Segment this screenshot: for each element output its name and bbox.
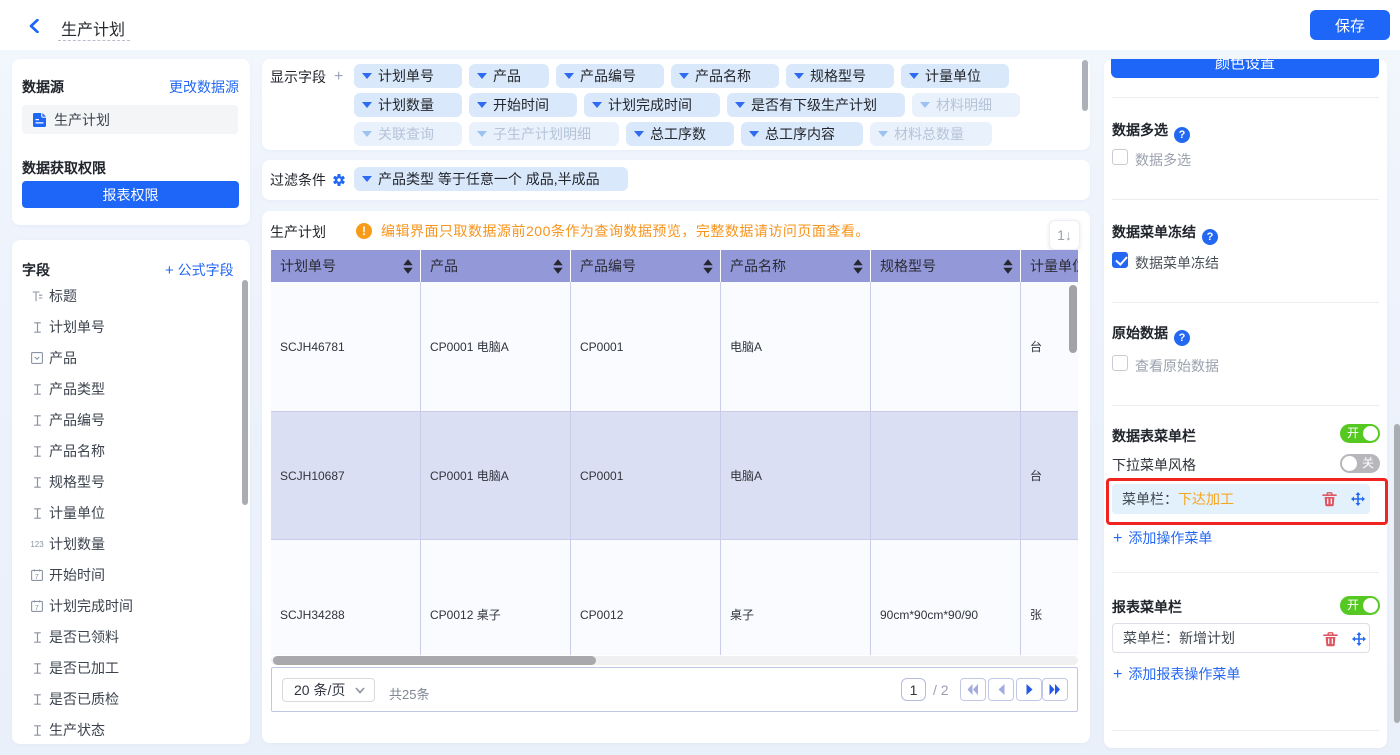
svg-text:7: 7 [35, 603, 39, 612]
svg-text:7: 7 [35, 572, 39, 581]
